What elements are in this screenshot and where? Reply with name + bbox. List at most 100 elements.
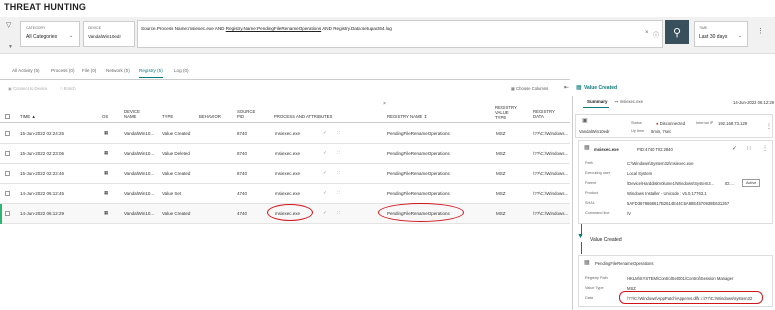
row-type: Value Set: [162, 191, 182, 196]
choose-columns-button[interactable]: ▦ Choose Columns: [511, 86, 548, 91]
tab-all-activity[interactable]: All Activity (5): [12, 68, 40, 73]
more-icon[interactable]: ⋮: [762, 145, 768, 152]
tab-file[interactable]: File (0): [82, 68, 96, 73]
panel-title-icon: ▦: [576, 85, 582, 91]
connect-device-button[interactable]: ▣ Connect to Device: [8, 86, 47, 91]
column-header-process[interactable]: PROCESS AND ATTRIBUTES: [274, 114, 332, 119]
row-device[interactable]: VandalWin10...: [124, 131, 154, 136]
more-options-icon[interactable]: ⋮: [757, 27, 764, 35]
column-header-behavior[interactable]: BEHAVIOR: [199, 114, 221, 119]
cmd-label: Command line: [585, 211, 610, 215]
select-all-checkbox[interactable]: [5, 114, 10, 119]
row-value-type: MSZ: [496, 211, 506, 216]
row-pid: 8740: [237, 171, 248, 176]
panel-tab-process[interactable]: ↦ msiexec.exe: [615, 99, 643, 104]
device-select[interactable]: DEVICE VandalWin10edr: [83, 21, 135, 47]
column-header-os[interactable]: OS: [102, 114, 108, 119]
table-row[interactable]: 15-Jun-2022 02:23:06 ▦ VandalWin10... Va…: [0, 144, 570, 164]
row-data: \??\C:\Windows...: [533, 151, 569, 156]
row-process[interactable]: msiexec.exe: [275, 151, 300, 156]
row-type: Value Deleted: [162, 151, 190, 156]
row-checkbox[interactable]: [5, 211, 10, 216]
registry-card: ▦ PendingFileRenameOperations Registry P…: [578, 255, 773, 307]
row-process[interactable]: msiexec.exe: [275, 171, 300, 176]
row-pid: 8740: [237, 131, 248, 136]
query-prefix: Source.Process Name:msiexec.exe AND: [141, 26, 225, 31]
collapse-filter-icon[interactable]: ▼: [8, 44, 13, 50]
row-device[interactable]: VandalWin10...: [124, 211, 154, 216]
tab-process[interactable]: Process (0): [51, 68, 75, 73]
column-header-device-name[interactable]: DEVICE NAME: [124, 109, 150, 119]
tab-registry[interactable]: Registry (5): [139, 68, 163, 78]
uptime-label: Up time: [631, 129, 645, 133]
row-time: 15-Jun-2022 02:23:06: [20, 151, 65, 156]
row-type: Value Created: [162, 131, 191, 136]
highlight-oval-process: [267, 204, 313, 221]
windows-icon: ▦: [104, 130, 109, 135]
collapse-panel-icon[interactable]: ⇤: [564, 84, 569, 91]
query-input[interactable]: Source.Process Name:msiexec.exe AND Regi…: [137, 20, 663, 48]
verified-icon: ✓: [323, 150, 327, 155]
row-registry-name[interactable]: PendingFileRenameOperations: [387, 131, 450, 136]
category-select[interactable]: CATEGORY All Categories ⌄: [20, 21, 80, 47]
close-icon[interactable]: ×: [383, 101, 386, 107]
row-registry-name[interactable]: PendingFileRenameOperations: [387, 151, 450, 156]
parent-value[interactable]: \Device\HarddiskVolume1\Windows\System3.…: [627, 181, 714, 186]
selected-row-indicator: [0, 204, 2, 224]
tree-icon[interactable]: ∷: [337, 130, 340, 136]
process-name[interactable]: msiexec.exe: [594, 147, 619, 152]
tree-icon[interactable]: ∷: [337, 190, 340, 196]
connect-device-label: Connect to Device: [13, 86, 48, 91]
row-value-type: MSZ: [496, 171, 506, 176]
clear-icon[interactable]: ×: [645, 30, 649, 36]
row-registry-name[interactable]: PendingFileRenameOperations: [387, 171, 450, 176]
row-device[interactable]: VandalWin10...: [124, 191, 154, 196]
column-header-time[interactable]: TIME ▲: [20, 114, 36, 119]
tree-icon[interactable]: ∷: [747, 145, 751, 152]
column-header-registry-data[interactable]: REGISTRY DATA: [533, 109, 561, 119]
plug-icon: ▣: [8, 86, 12, 91]
filter-bar: ▽ CATEGORY All Categories ⌄ DEVICE Vanda…: [0, 17, 775, 54]
query-link[interactable]: Registry.Name:PendingFileRenameOperation…: [226, 26, 321, 31]
time-select[interactable]: TIME Last 30 days ⌄: [694, 21, 748, 47]
windows-icon: ▦: [104, 170, 109, 175]
row-checkbox[interactable]: [5, 151, 10, 156]
table-row[interactable]: 15-Jun-2022 02:24:25 ▦ VandalWin10... Va…: [0, 124, 570, 144]
row-checkbox[interactable]: [5, 171, 10, 176]
table-row[interactable]: 15-Jun-2022 02:22:46 ▦ VandalWin10... Va…: [0, 164, 570, 184]
user-value: Local System: [627, 171, 653, 176]
panel-tab-summary[interactable]: Summary: [587, 99, 608, 104]
column-header-type[interactable]: TYPE: [162, 114, 173, 119]
path-value: C:\Windows\System32\msiexec.exe: [627, 161, 694, 166]
row-checkbox[interactable]: [5, 131, 10, 136]
help-icon[interactable]: ⓘ: [653, 30, 659, 39]
detail-panel: Summary ↦ msiexec.exe 14-Jun-2022 06:12:…: [572, 96, 775, 310]
column-header-registry-name[interactable]: REGISTRY NAME ⇕: [387, 114, 427, 119]
row-checkbox[interactable]: [5, 191, 10, 196]
tree-icon[interactable]: ∷: [337, 150, 340, 156]
user-label: Executing user: [585, 171, 611, 175]
tree-icon[interactable]: ∷: [337, 210, 340, 216]
column-header-source-pid[interactable]: SOURCE PID: [237, 109, 259, 119]
table-toolbar: ▣ Connect to Device □ Enrich ▦ Choose Co…: [0, 82, 570, 96]
row-process[interactable]: msiexec.exe: [275, 191, 300, 196]
registry-card-title: PendingFileRenameOperations: [595, 261, 654, 266]
enrich-button[interactable]: □ Enrich: [60, 86, 76, 91]
table-row-selected[interactable]: 14-Jun-2022 06:12:29 ▦ VandalWin10... Va…: [0, 203, 570, 224]
row-process[interactable]: msiexec.exe: [275, 131, 300, 136]
search-button[interactable]: ⚲: [665, 20, 689, 44]
tab-network[interactable]: Network (0): [106, 68, 130, 73]
table-row[interactable]: 14-Jun-2022 06:12:45 ▦ VandalWin10... Va…: [0, 184, 570, 204]
row-device[interactable]: VandalWin10...: [124, 171, 154, 176]
row-registry-name[interactable]: PendingFileRenameOperations: [387, 191, 450, 196]
column-header-registry-value-type[interactable]: REGISTRY VALUE TYPE: [495, 105, 521, 120]
tree-icon[interactable]: ∷: [337, 170, 340, 176]
device-name[interactable]: VandalWin10edr: [579, 129, 610, 134]
row-pid: 4740: [237, 211, 248, 216]
more-icon[interactable]: ⋮: [766, 123, 772, 130]
row-type: Value Created: [162, 211, 191, 216]
row-device[interactable]: VandalWin10...: [124, 151, 154, 156]
filter-icon[interactable]: ▽: [6, 21, 11, 29]
tab-log[interactable]: Log (0): [174, 68, 189, 73]
panel-title: Value Created: [584, 85, 618, 91]
